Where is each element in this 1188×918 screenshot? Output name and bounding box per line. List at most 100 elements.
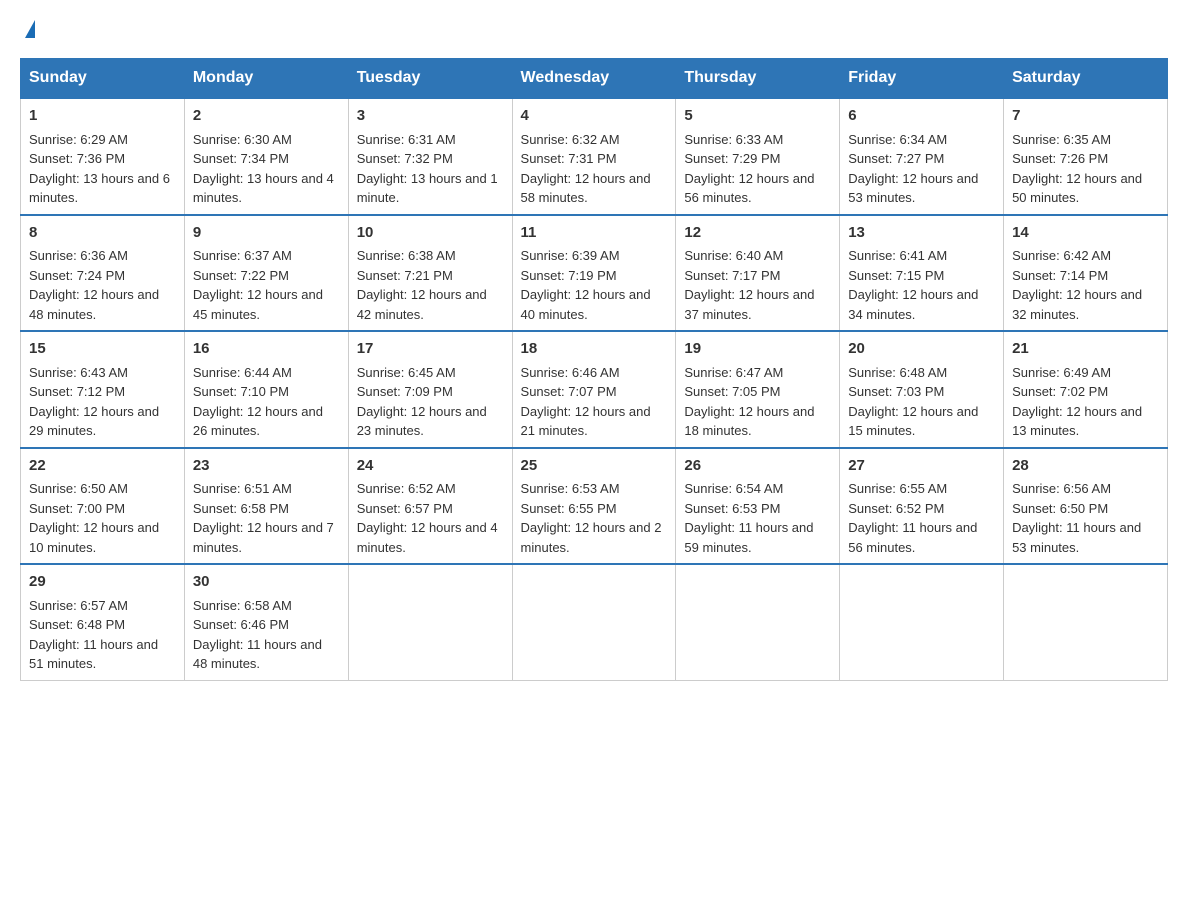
cell-content: Sunrise: 6:58 AMSunset: 6:46 PMDaylight:… <box>193 598 322 672</box>
day-number: 13 <box>848 222 995 245</box>
cell-content: Sunrise: 6:53 AMSunset: 6:55 PMDaylight:… <box>521 481 662 555</box>
calendar-cell: 24 Sunrise: 6:52 AMSunset: 6:57 PMDayligh… <box>348 448 512 565</box>
day-number: 28 <box>1012 455 1159 478</box>
cell-content: Sunrise: 6:33 AMSunset: 7:29 PMDaylight:… <box>684 132 814 206</box>
day-number: 12 <box>684 222 831 245</box>
day-number: 2 <box>193 105 340 128</box>
day-number: 24 <box>357 455 504 478</box>
day-number: 7 <box>1012 105 1159 128</box>
cell-content: Sunrise: 6:56 AMSunset: 6:50 PMDaylight:… <box>1012 481 1141 555</box>
cell-content: Sunrise: 6:31 AMSunset: 7:32 PMDaylight:… <box>357 132 498 206</box>
day-number: 30 <box>193 571 340 594</box>
cell-content: Sunrise: 6:34 AMSunset: 7:27 PMDaylight:… <box>848 132 978 206</box>
calendar-cell: 25 Sunrise: 6:53 AMSunset: 6:55 PMDayligh… <box>512 448 676 565</box>
calendar-cell: 16 Sunrise: 6:44 AMSunset: 7:10 PMDayligh… <box>184 331 348 448</box>
calendar-cell <box>1004 564 1168 680</box>
calendar-header-row: SundayMondayTuesdayWednesdayThursdayFrid… <box>21 59 1168 99</box>
day-number: 16 <box>193 338 340 361</box>
cell-content: Sunrise: 6:39 AMSunset: 7:19 PMDaylight:… <box>521 248 651 322</box>
cell-content: Sunrise: 6:50 AMSunset: 7:00 PMDaylight:… <box>29 481 159 555</box>
calendar-cell: 26 Sunrise: 6:54 AMSunset: 6:53 PMDayligh… <box>676 448 840 565</box>
calendar-cell <box>348 564 512 680</box>
day-header-friday: Friday <box>840 59 1004 99</box>
day-number: 26 <box>684 455 831 478</box>
calendar-cell: 27 Sunrise: 6:55 AMSunset: 6:52 PMDayligh… <box>840 448 1004 565</box>
calendar-cell: 15 Sunrise: 6:43 AMSunset: 7:12 PMDayligh… <box>21 331 185 448</box>
day-number: 17 <box>357 338 504 361</box>
calendar-cell: 14 Sunrise: 6:42 AMSunset: 7:14 PMDayligh… <box>1004 215 1168 332</box>
calendar-cell: 3 Sunrise: 6:31 AMSunset: 7:32 PMDaylight… <box>348 98 512 215</box>
calendar-cell: 7Sunrise: 6:35 AMSunset: 7:26 PMDaylight… <box>1004 98 1168 215</box>
day-number: 11 <box>521 222 668 245</box>
day-number: 10 <box>357 222 504 245</box>
cell-content: Sunrise: 6:38 AMSunset: 7:21 PMDaylight:… <box>357 248 487 322</box>
day-number: 18 <box>521 338 668 361</box>
day-number: 14 <box>1012 222 1159 245</box>
calendar-cell <box>840 564 1004 680</box>
day-header-thursday: Thursday <box>676 59 840 99</box>
day-number: 3 <box>357 105 504 128</box>
calendar-cell: 2 Sunrise: 6:30 AMSunset: 7:34 PMDaylight… <box>184 98 348 215</box>
calendar-cell: 30 Sunrise: 6:58 AMSunset: 6:46 PMDayligh… <box>184 564 348 680</box>
calendar-week-row: 22Sunrise: 6:50 AMSunset: 7:00 PMDayligh… <box>21 448 1168 565</box>
calendar-cell: 18 Sunrise: 6:46 AMSunset: 7:07 PMDayligh… <box>512 331 676 448</box>
cell-content: Sunrise: 6:46 AMSunset: 7:07 PMDaylight:… <box>521 365 651 439</box>
cell-content: Sunrise: 6:42 AMSunset: 7:14 PMDaylight:… <box>1012 248 1142 322</box>
cell-content: Sunrise: 6:54 AMSunset: 6:53 PMDaylight:… <box>684 481 813 555</box>
cell-content: Sunrise: 6:49 AMSunset: 7:02 PMDaylight:… <box>1012 365 1142 439</box>
day-number: 5 <box>684 105 831 128</box>
day-header-monday: Monday <box>184 59 348 99</box>
cell-content: Sunrise: 6:45 AMSunset: 7:09 PMDaylight:… <box>357 365 487 439</box>
calendar-week-row: 15 Sunrise: 6:43 AMSunset: 7:12 PMDayligh… <box>21 331 1168 448</box>
calendar-cell: 29Sunrise: 6:57 AMSunset: 6:48 PMDayligh… <box>21 564 185 680</box>
day-header-saturday: Saturday <box>1004 59 1168 99</box>
calendar-cell <box>512 564 676 680</box>
cell-content: Sunrise: 6:29 AMSunset: 7:36 PMDaylight:… <box>29 132 170 206</box>
calendar-cell: 21 Sunrise: 6:49 AMSunset: 7:02 PMDayligh… <box>1004 331 1168 448</box>
day-number: 20 <box>848 338 995 361</box>
calendar-cell <box>676 564 840 680</box>
cell-content: Sunrise: 6:55 AMSunset: 6:52 PMDaylight:… <box>848 481 977 555</box>
cell-content: Sunrise: 6:52 AMSunset: 6:57 PMDaylight:… <box>357 481 498 555</box>
calendar-cell: 11 Sunrise: 6:39 AMSunset: 7:19 PMDayligh… <box>512 215 676 332</box>
cell-content: Sunrise: 6:36 AMSunset: 7:24 PMDaylight:… <box>29 248 159 322</box>
cell-content: Sunrise: 6:37 AMSunset: 7:22 PMDaylight:… <box>193 248 323 322</box>
calendar-cell: 22Sunrise: 6:50 AMSunset: 7:00 PMDayligh… <box>21 448 185 565</box>
calendar-cell: 1 Sunrise: 6:29 AMSunset: 7:36 PMDaylight… <box>21 98 185 215</box>
day-number: 8 <box>29 222 176 245</box>
calendar-week-row: 29Sunrise: 6:57 AMSunset: 6:48 PMDayligh… <box>21 564 1168 680</box>
day-number: 27 <box>848 455 995 478</box>
header <box>20 20 1168 38</box>
cell-content: Sunrise: 6:32 AMSunset: 7:31 PMDaylight:… <box>521 132 651 206</box>
calendar-cell: 19 Sunrise: 6:47 AMSunset: 7:05 PMDayligh… <box>676 331 840 448</box>
day-number: 29 <box>29 571 176 594</box>
calendar-cell: 17 Sunrise: 6:45 AMSunset: 7:09 PMDayligh… <box>348 331 512 448</box>
cell-content: Sunrise: 6:48 AMSunset: 7:03 PMDaylight:… <box>848 365 978 439</box>
cell-content: Sunrise: 6:47 AMSunset: 7:05 PMDaylight:… <box>684 365 814 439</box>
day-number: 15 <box>29 338 176 361</box>
day-header-wednesday: Wednesday <box>512 59 676 99</box>
calendar-cell: 9 Sunrise: 6:37 AMSunset: 7:22 PMDaylight… <box>184 215 348 332</box>
day-number: 1 <box>29 105 176 128</box>
day-number: 9 <box>193 222 340 245</box>
day-number: 25 <box>521 455 668 478</box>
cell-content: Sunrise: 6:30 AMSunset: 7:34 PMDaylight:… <box>193 132 334 206</box>
cell-content: Sunrise: 6:40 AMSunset: 7:17 PMDaylight:… <box>684 248 814 322</box>
calendar-cell: 6 Sunrise: 6:34 AMSunset: 7:27 PMDaylight… <box>840 98 1004 215</box>
day-header-tuesday: Tuesday <box>348 59 512 99</box>
cell-content: Sunrise: 6:44 AMSunset: 7:10 PMDaylight:… <box>193 365 323 439</box>
cell-content: Sunrise: 6:43 AMSunset: 7:12 PMDaylight:… <box>29 365 159 439</box>
calendar-cell: 4 Sunrise: 6:32 AMSunset: 7:31 PMDaylight… <box>512 98 676 215</box>
calendar-week-row: 1 Sunrise: 6:29 AMSunset: 7:36 PMDaylight… <box>21 98 1168 215</box>
day-number: 19 <box>684 338 831 361</box>
day-number: 21 <box>1012 338 1159 361</box>
calendar-cell: 5 Sunrise: 6:33 AMSunset: 7:29 PMDaylight… <box>676 98 840 215</box>
calendar-cell: 20 Sunrise: 6:48 AMSunset: 7:03 PMDayligh… <box>840 331 1004 448</box>
calendar-table: SundayMondayTuesdayWednesdayThursdayFrid… <box>20 58 1168 681</box>
day-number: 6 <box>848 105 995 128</box>
day-number: 23 <box>193 455 340 478</box>
day-number: 4 <box>521 105 668 128</box>
cell-content: Sunrise: 6:41 AMSunset: 7:15 PMDaylight:… <box>848 248 978 322</box>
calendar-cell: 13 Sunrise: 6:41 AMSunset: 7:15 PMDayligh… <box>840 215 1004 332</box>
logo <box>20 20 35 38</box>
